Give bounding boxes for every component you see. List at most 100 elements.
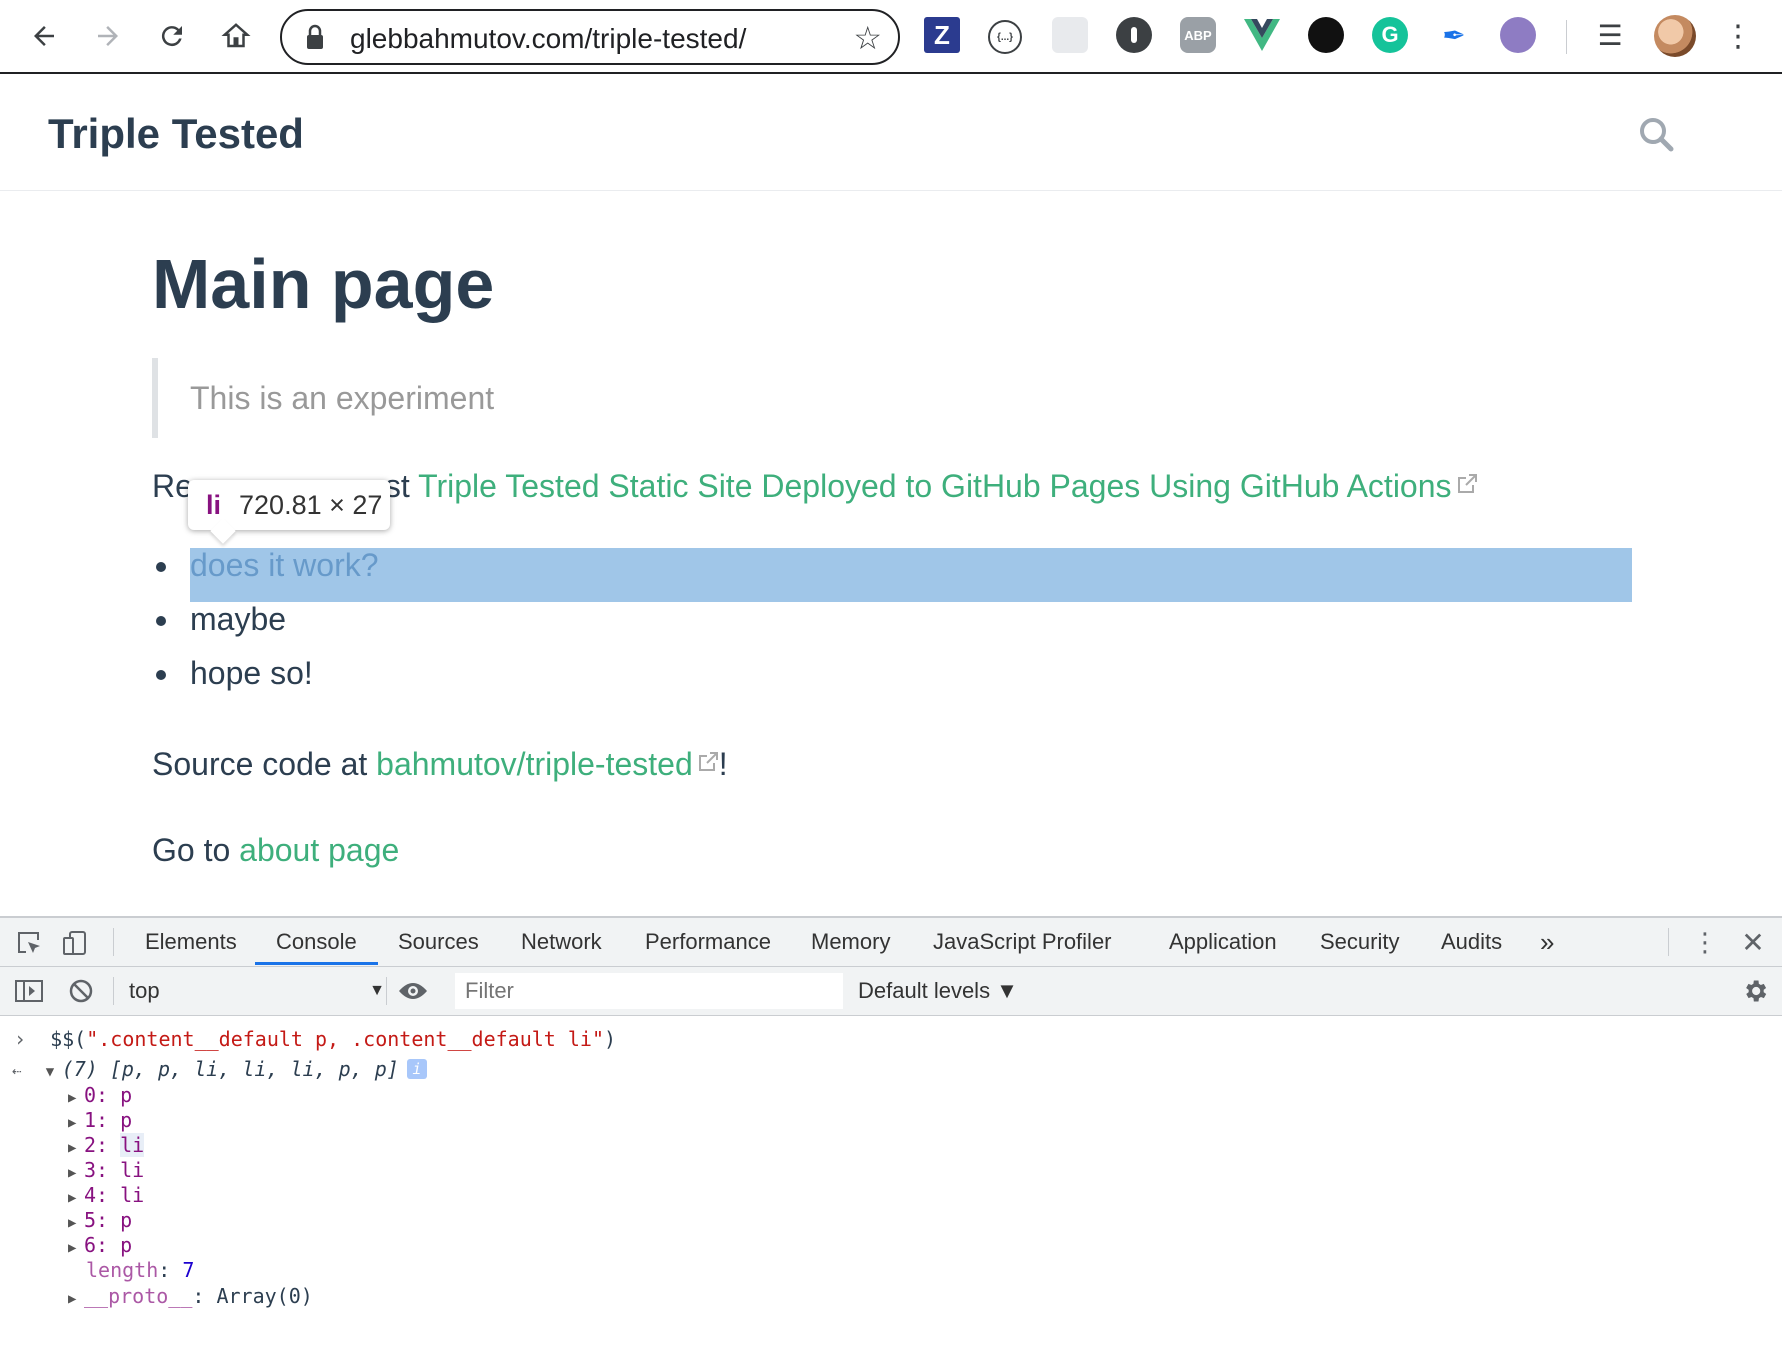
close-devtools-icon[interactable]: ✕ (1738, 926, 1768, 958)
site-title[interactable]: Triple Tested (48, 110, 304, 158)
profile-avatar[interactable] (1654, 15, 1696, 57)
eye-icon (399, 983, 427, 999)
reload-button[interactable] (152, 16, 192, 56)
media-control-icon[interactable]: ☰ (1592, 17, 1628, 53)
notes-icon[interactable] (1052, 17, 1088, 53)
json-viewer-icon[interactable]: {...} (988, 20, 1022, 54)
tab-javascript-profiler[interactable]: JavaScript Profiler (933, 918, 1112, 966)
tab-console[interactable]: Console (276, 918, 357, 966)
address-bar[interactable]: glebbahmutov.com/triple-tested/ ☆ (280, 9, 900, 65)
console-result-line[interactable]: ⇠ ▼ (7) [p, p, li, li, li, p, p] i (12, 1056, 427, 1085)
tooltip-size: 720.81 × 27 (239, 490, 383, 520)
source-suffix: ! (718, 746, 728, 782)
log-levels-dropdown[interactable]: Default levels ▼ (858, 976, 1018, 1006)
array-proto-line[interactable]: ▶ __proto__: Array(0) (68, 1283, 313, 1312)
input-suffix: ) (603, 1027, 617, 1051)
1password-icon[interactable] (1116, 17, 1152, 53)
menu-kebab-icon[interactable]: ⋮ (1718, 16, 1758, 56)
tab-audits[interactable]: Audits (1441, 918, 1502, 966)
devtools-panel: Elements Console Sources Network Perform… (0, 916, 1782, 1358)
device-toolbar-icon[interactable] (60, 928, 90, 958)
active-tab-indicator (255, 962, 378, 965)
tab-performance[interactable]: Performance (645, 918, 771, 966)
json-viewer-label: {...} (996, 31, 1014, 43)
adblock-plus-icon[interactable]: ABP (1180, 17, 1216, 53)
feather-icon[interactable]: ✒ (1436, 17, 1472, 53)
cursor-box-icon (18, 932, 40, 953)
result-summary: (7) [p, p, li, li, li, p, p] (61, 1057, 399, 1081)
tab-network[interactable]: Network (521, 918, 602, 966)
filterbar-divider (113, 977, 114, 1005)
zotero-icon[interactable]: Z (924, 17, 960, 53)
clear-console-icon[interactable] (66, 976, 96, 1006)
item-value: p (120, 1233, 133, 1257)
tabbar-divider (113, 928, 114, 956)
list-item: hope so! (152, 646, 379, 700)
expand-triangle-icon[interactable]: ▶ (68, 1235, 84, 1261)
vue-devtools-icon[interactable] (1244, 17, 1280, 53)
item-value: li (120, 1183, 145, 1207)
devtools-tab-bar: Elements Console Sources Network Perform… (0, 918, 1782, 967)
sidebar-panel-icon (15, 980, 43, 1002)
filterbar-divider (386, 977, 387, 1005)
more-tabs-button[interactable]: » (1540, 918, 1554, 966)
blockquote: This is an experiment (152, 358, 494, 438)
vue-logo-icon (1244, 19, 1280, 51)
info-icon[interactable]: i (406, 1059, 427, 1079)
array-length-line: length: 7 (86, 1258, 195, 1282)
input-string: ".content__default p, .content__default … (86, 1027, 604, 1051)
page-heading: Main page (152, 245, 495, 323)
item-index: 1: (84, 1108, 109, 1132)
zotero-label: Z (934, 19, 950, 50)
tab-memory[interactable]: Memory (811, 918, 890, 966)
browser-toolbar: glebbahmutov.com/triple-tested/ ☆ Z {...… (0, 0, 1782, 74)
device-icon (63, 931, 86, 955)
blog-post-link[interactable]: Triple Tested Static Site Deployed to Gi… (418, 468, 1451, 504)
inspect-element-icon[interactable] (14, 928, 44, 958)
site-header: Triple Tested (0, 74, 1782, 191)
source-code-link[interactable]: bahmutov/triple-tested (376, 746, 693, 782)
tab-elements[interactable]: Elements (145, 918, 237, 966)
ublock-icon[interactable] (1308, 17, 1344, 53)
tab-security[interactable]: Security (1320, 918, 1399, 966)
forward-button[interactable] (88, 16, 128, 56)
expand-triangle-icon[interactable]: ▶ (68, 1286, 84, 1312)
live-expression-eye-icon[interactable] (396, 976, 430, 1006)
item-index: 6: (84, 1233, 109, 1257)
url-text[interactable]: glebbahmutov.com/triple-tested/ (350, 23, 746, 55)
reload-icon (161, 26, 182, 47)
tab-sources[interactable]: Sources (398, 918, 479, 966)
console-filter-input[interactable] (455, 973, 843, 1009)
result-return-icon: ⇠ (12, 1061, 22, 1080)
prompt-caret-icon: › (14, 1027, 27, 1051)
goto-prefix: Go to (152, 832, 240, 868)
item-index: 4: (84, 1183, 109, 1207)
item-value: p (120, 1208, 133, 1232)
octocat-icon[interactable] (1500, 17, 1536, 53)
grammarly-icon[interactable]: G (1372, 17, 1408, 53)
tab-application[interactable]: Application (1169, 918, 1277, 966)
back-button[interactable] (24, 16, 64, 56)
about-page-link[interactable]: about page (239, 832, 399, 868)
search-icon[interactable] (1638, 116, 1674, 152)
arrow-left-icon (34, 26, 54, 46)
execution-context-select[interactable]: top ▼ (129, 976, 385, 1006)
tabbar-divider (1668, 928, 1669, 956)
home-button[interactable] (216, 16, 256, 56)
bookmark-star-icon[interactable]: ☆ (853, 19, 882, 57)
adblock-plus-label: ABP (1184, 27, 1212, 43)
inspect-highlight-overlay (190, 548, 1632, 602)
arrow-right-icon (98, 26, 118, 46)
devtools-menu-icon[interactable]: ⋮ (1690, 926, 1720, 958)
expand-triangle-icon[interactable]: ▼ (46, 1059, 62, 1085)
input-prefix: $$( (50, 1027, 87, 1051)
dropdown-arrow-icon: ▼ (369, 982, 385, 999)
external-link-icon (1457, 474, 1477, 493)
source-prefix: Source code at (152, 746, 377, 782)
inspect-tooltip: li 720.81 × 27 (188, 480, 390, 530)
console-settings-gear-icon[interactable] (1740, 976, 1770, 1006)
grammarly-label: G (1381, 22, 1399, 47)
length-value: 7 (182, 1258, 195, 1282)
sidebar-toggle-icon[interactable] (14, 976, 44, 1006)
item-index: 0: (84, 1083, 109, 1107)
